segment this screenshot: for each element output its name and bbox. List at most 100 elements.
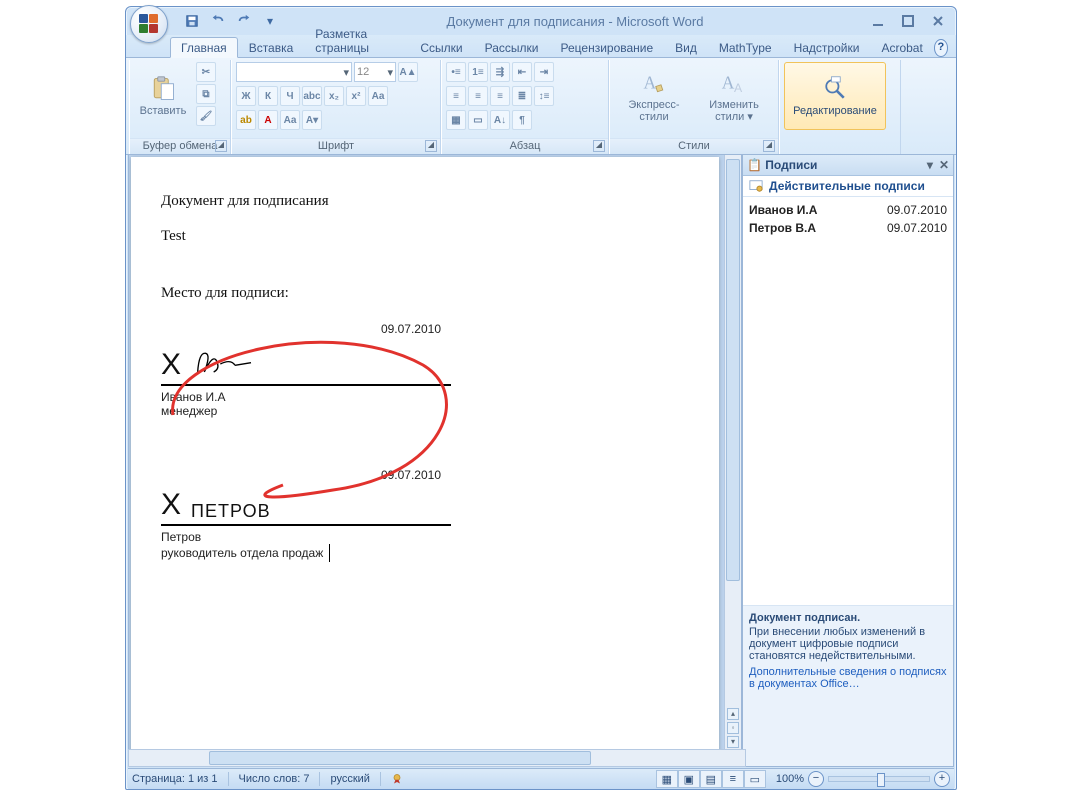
taskpane-header[interactable]: 📋 Подписи ▾ ✕ <box>743 155 953 176</box>
signature-medal-icon[interactable] <box>391 773 403 785</box>
subscript-button[interactable]: x₂ <box>324 86 344 106</box>
document-pane[interactable]: Документ для подписания Test Место для п… <box>128 155 742 767</box>
cut-icon[interactable]: ✂ <box>196 62 216 82</box>
redo-icon[interactable] <box>234 11 254 31</box>
browse-object-button[interactable]: ◦ <box>727 722 739 734</box>
format-painter-icon[interactable]: 🖌 <box>196 106 216 126</box>
outline-view-button[interactable]: ≡ <box>722 770 744 788</box>
next-page-button[interactable]: ▾ <box>727 736 739 748</box>
status-words[interactable]: Число слов: 7 <box>239 773 310 785</box>
borders-button[interactable]: ▭ <box>468 110 488 130</box>
save-icon[interactable] <box>182 11 202 31</box>
signature-item[interactable]: Петров В.А 09.07.2010 <box>749 219 947 237</box>
group-styles-label: Стили <box>678 140 710 152</box>
qat-more-icon[interactable]: ▾ <box>260 11 280 31</box>
font-family-combo[interactable]: ▾ <box>236 62 352 82</box>
multilevel-button[interactable]: ⇶ <box>490 62 510 82</box>
tab-review[interactable]: Рецензирование <box>550 37 665 58</box>
change-case-button[interactable]: Aa <box>280 110 300 130</box>
styles-dialog-launcher[interactable]: ◢ <box>763 140 775 152</box>
status-language[interactable]: русский <box>330 773 369 785</box>
paste-button[interactable]: Вставить <box>134 62 192 130</box>
zoom-slider-thumb[interactable] <box>877 773 885 787</box>
close-button[interactable] <box>930 13 946 29</box>
font-dialog-launcher[interactable]: ◢ <box>425 140 437 152</box>
quick-styles-button[interactable]: A Экспресс-стили <box>614 62 694 130</box>
shading-button[interactable]: ▦ <box>446 110 466 130</box>
paragraph-dialog-launcher[interactable]: ◢ <box>593 140 605 152</box>
signature-item[interactable]: Иванов И.А 09.07.2010 <box>749 201 947 219</box>
strike-button[interactable]: abc <box>302 86 322 106</box>
align-right-button[interactable]: ≡ <box>490 86 510 106</box>
highlight-button[interactable]: ab <box>236 110 256 130</box>
prev-page-button[interactable]: ▴ <box>727 708 739 720</box>
taskpane-close-icon[interactable]: ✕ <box>939 158 949 172</box>
minimize-button[interactable] <box>870 13 886 29</box>
fullscreen-view-button[interactable]: ▣ <box>678 770 700 788</box>
vscroll-thumb[interactable] <box>726 159 740 581</box>
tab-addins[interactable]: Надстройки <box>783 37 871 58</box>
underline-button[interactable]: Ч <box>280 86 300 106</box>
editing-button[interactable]: Редактирование <box>784 62 886 130</box>
help-button[interactable]: ? <box>934 39 948 57</box>
increase-indent-button[interactable]: ⇥ <box>534 62 554 82</box>
signed-label: Документ подписан. <box>749 612 947 624</box>
document-page[interactable]: Документ для подписания Test Место для п… <box>131 157 719 763</box>
doc-body: Test <box>161 228 689 245</box>
copy-icon[interactable]: ⧉ <box>196 84 216 104</box>
hscroll-thumb[interactable] <box>209 751 591 765</box>
signature-block-2[interactable]: 09.07.2010 X ПЕТРОВ Петров руководитель … <box>161 488 451 562</box>
clear-format-icon[interactable]: Aa <box>368 86 388 106</box>
tab-layout[interactable]: Разметка страницы <box>304 23 409 58</box>
tab-mailings[interactable]: Рассылки <box>474 37 550 58</box>
superscript-button[interactable]: x² <box>346 86 366 106</box>
bullets-button[interactable]: •≡ <box>446 62 466 82</box>
tab-mathtype[interactable]: MathType <box>708 37 783 58</box>
align-left-button[interactable]: ≡ <box>446 86 466 106</box>
vertical-scrollbar[interactable] <box>724 155 741 766</box>
tab-home[interactable]: Главная <box>170 37 238 58</box>
status-bar: Страница: 1 из 1 Число слов: 7 русский ▦… <box>128 768 954 789</box>
tab-view[interactable]: Вид <box>664 37 708 58</box>
zoom-out-button[interactable]: − <box>808 771 824 787</box>
doc-heading: Документ для подписания <box>161 193 689 210</box>
zoom-slider[interactable] <box>828 776 930 782</box>
zoom-in-button[interactable]: + <box>934 771 950 787</box>
taskpane-menu-icon[interactable]: ▾ <box>927 158 933 172</box>
shrink-font-icon[interactable]: A▾ <box>302 110 322 130</box>
numbering-button[interactable]: 1≡ <box>468 62 488 82</box>
signatures-help-link[interactable]: Дополнительные сведения о подписях в док… <box>749 666 947 690</box>
align-center-button[interactable]: ≡ <box>468 86 488 106</box>
sig2-name: Петров <box>161 530 451 544</box>
italic-button[interactable]: К <box>258 86 278 106</box>
print-layout-view-button[interactable]: ▦ <box>656 770 678 788</box>
clipboard-dialog-launcher[interactable]: ◢ <box>215 140 227 152</box>
bold-button[interactable]: Ж <box>236 86 256 106</box>
font-size-combo[interactable]: 12▾ <box>354 62 396 82</box>
ribbon-tabs: Главная Вставка Разметка страницы Ссылки… <box>126 35 956 58</box>
tab-insert[interactable]: Вставка <box>238 37 305 58</box>
undo-icon[interactable] <box>208 11 228 31</box>
web-view-button[interactable]: ▤ <box>700 770 722 788</box>
draft-view-button[interactable]: ▭ <box>744 770 766 788</box>
maximize-button[interactable] <box>900 13 916 29</box>
tab-references[interactable]: Ссылки <box>409 37 473 58</box>
font-color-button[interactable]: A <box>258 110 278 130</box>
decrease-indent-button[interactable]: ⇤ <box>512 62 532 82</box>
change-styles-button[interactable]: AA Изменить стили ▾ <box>698 62 770 130</box>
sig1-name: Иванов И.А <box>161 390 451 404</box>
justify-button[interactable]: ≣ <box>512 86 532 106</box>
status-page[interactable]: Страница: 1 из 1 <box>132 773 218 785</box>
horizontal-scrollbar[interactable] <box>128 749 746 767</box>
zoom-level[interactable]: 100% <box>776 773 804 785</box>
office-button[interactable] <box>130 5 168 43</box>
signed-warning: При внесении любых изменений в документ … <box>749 626 947 662</box>
sort-button[interactable]: A↓ <box>490 110 510 130</box>
show-marks-button[interactable]: ¶ <box>512 110 532 130</box>
grow-font-icon[interactable]: A▲ <box>398 62 418 82</box>
signature-block-1[interactable]: 09.07.2010 X Иванов И.А менеджер <box>161 342 451 418</box>
line-spacing-button[interactable]: ↕≡ <box>534 86 554 106</box>
group-editing: Редактирование . <box>779 60 901 154</box>
tab-acrobat[interactable]: Acrobat <box>870 37 933 58</box>
sig1-handwriting-icon <box>191 342 271 382</box>
